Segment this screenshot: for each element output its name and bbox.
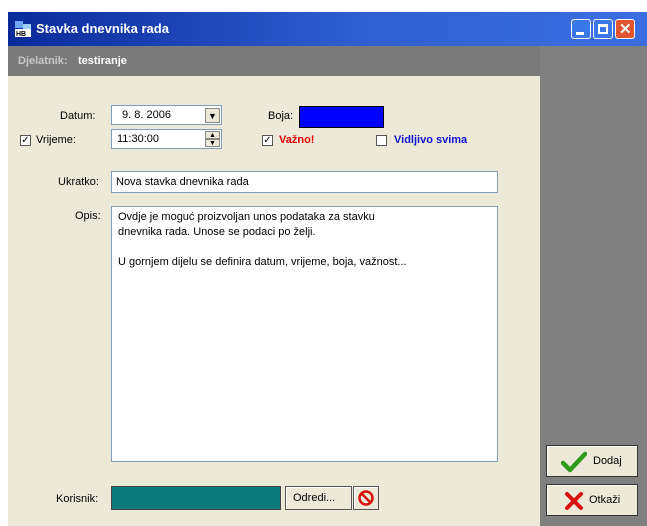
date-picker[interactable]: 9. 8. 2006 ▼	[111, 105, 222, 125]
add-button[interactable]: Dodaj	[546, 445, 638, 477]
description-line: dnevnika rada. Unose se podaci po želji.	[118, 226, 316, 238]
description-line: Ovdje je moguć proizvoljan unos podataka…	[118, 211, 375, 223]
determine-button-label: Odredi...	[293, 492, 336, 504]
app-logo-icon: HB	[14, 20, 32, 38]
checkmark-icon	[561, 451, 587, 473]
time-value: 11:30:00	[117, 133, 160, 145]
form-panel: Datum: 9. 8. 2006 ▼ Boja: ✓ Vrijeme: 11:…	[8, 76, 540, 526]
summary-label: Ukratko:	[58, 176, 99, 188]
employee-bar: Djelatnik: testiranje	[8, 46, 540, 76]
chevron-down-icon: ▼	[208, 111, 217, 121]
cancel-button-label: Otkaži	[589, 494, 621, 506]
checkmark-icon: ✓	[263, 135, 272, 146]
employee-value: testiranje	[78, 55, 127, 67]
title-bar[interactable]: HB Stavka dnevnika rada ✕	[8, 12, 647, 46]
close-button[interactable]: ✕	[615, 19, 635, 39]
cancel-button[interactable]: Otkaži	[546, 484, 638, 516]
clear-user-button[interactable]	[353, 486, 379, 510]
time-checkbox[interactable]: ✓	[20, 135, 31, 146]
dialog-window: HB Stavka dnevnika rada ✕ Djelatnik: tes…	[8, 12, 647, 526]
date-label: Datum:	[60, 110, 96, 122]
date-value: 9. 8. 2006	[122, 109, 171, 121]
description-line: U gornjem dijelu se definira datum, vrij…	[118, 256, 407, 268]
description-label: Opis:	[75, 210, 101, 222]
time-label: Vrijeme:	[36, 134, 76, 146]
summary-value: Nova stavka dnevnika rada	[116, 176, 249, 188]
employee-label: Djelatnik:	[18, 55, 68, 67]
user-label: Korisnik:	[56, 493, 99, 505]
maximize-icon	[598, 24, 608, 34]
arrow-up-icon: ▲	[209, 132, 216, 139]
checkmark-icon: ✓	[21, 135, 30, 146]
svg-text:HB: HB	[16, 31, 26, 38]
x-icon	[565, 492, 583, 510]
time-down-button[interactable]: ▼	[205, 139, 220, 147]
visible-to-all-label: Vidljivo svima	[394, 134, 468, 146]
visible-to-all-checkbox[interactable]	[376, 135, 387, 146]
time-field[interactable]: 11:30:00 ▲ ▼	[111, 129, 222, 149]
determine-button[interactable]: Odredi...	[285, 486, 352, 510]
maximize-button[interactable]	[593, 19, 613, 39]
window-title: Stavka dnevnika rada	[36, 21, 169, 36]
time-up-button[interactable]: ▲	[205, 131, 220, 139]
summary-input[interactable]: Nova stavka dnevnika rada	[111, 171, 498, 193]
user-color-field[interactable]	[111, 486, 281, 510]
color-swatch[interactable]	[299, 106, 384, 128]
important-label: Važno!	[279, 134, 315, 146]
description-textarea[interactable]: Ovdje je moguć proizvoljan unos podataka…	[111, 206, 498, 462]
minimize-icon	[576, 32, 584, 35]
close-icon: ✕	[619, 21, 632, 38]
prohibited-icon	[358, 490, 374, 506]
arrow-down-icon: ▼	[209, 140, 216, 147]
minimize-button[interactable]	[571, 19, 591, 39]
add-button-label: Dodaj	[593, 455, 622, 467]
date-dropdown-button[interactable]: ▼	[205, 108, 220, 123]
color-label: Boja:	[268, 110, 294, 122]
important-checkbox[interactable]: ✓	[262, 135, 273, 146]
